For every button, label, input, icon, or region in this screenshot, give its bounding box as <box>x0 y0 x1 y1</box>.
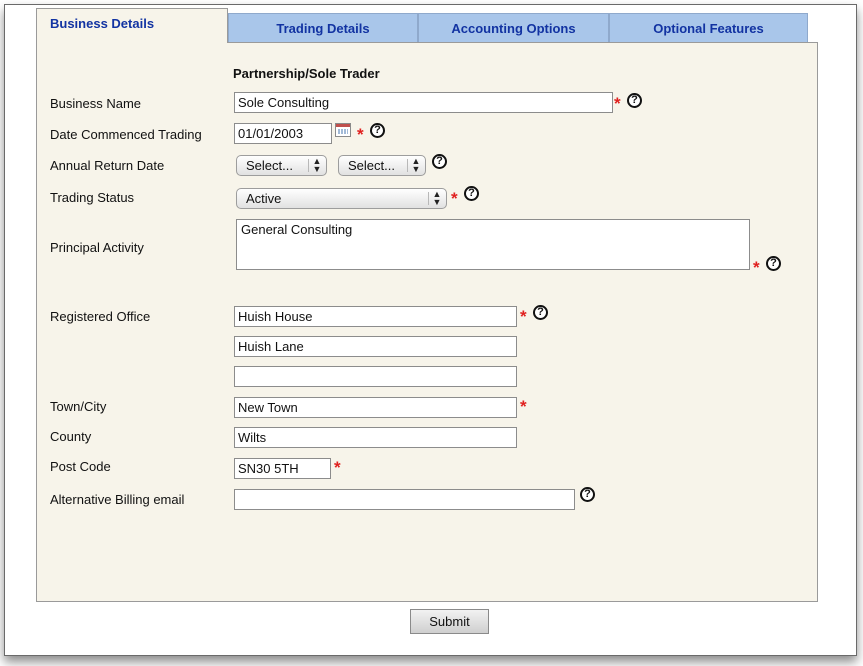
trading-status-label: Trading Status <box>50 190 135 205</box>
required-marker: * <box>357 125 364 144</box>
postcode-label: Post Code <box>50 459 111 474</box>
principal-activity-label: Principal Activity <box>50 240 144 255</box>
tab-business-details[interactable]: Business Details <box>36 8 228 43</box>
annual-return-label: Annual Return Date <box>50 158 165 173</box>
calendar-icon[interactable] <box>335 123 351 137</box>
date-commenced-label: Date Commenced Trading <box>50 127 202 142</box>
registered-office-line3-input[interactable] <box>234 366 517 387</box>
select-arrows-icon: ▲ ▼ <box>411 156 421 174</box>
date-commenced-input[interactable] <box>234 123 332 144</box>
select-value: Active <box>246 191 282 206</box>
select-value: Select... <box>348 158 395 173</box>
tab-accounting-options[interactable]: Accounting Options <box>418 13 609 42</box>
annual-return-month-select[interactable]: Select... ▲ ▼ <box>338 155 426 176</box>
town-input[interactable] <box>234 397 517 418</box>
help-icon[interactable]: ? <box>370 123 385 138</box>
required-marker: * <box>520 397 527 416</box>
principal-activity-textarea[interactable]: General Consulting <box>236 219 750 270</box>
help-icon[interactable]: ? <box>464 186 479 201</box>
required-marker: * <box>451 189 458 208</box>
help-icon[interactable]: ? <box>533 305 548 320</box>
help-icon[interactable]: ? <box>766 256 781 271</box>
required-marker: * <box>753 258 760 277</box>
registered-office-label: Registered Office <box>50 309 151 324</box>
section-title: Partnership/Sole Trader <box>233 66 380 81</box>
required-marker: * <box>614 94 621 113</box>
tab-optional-features[interactable]: Optional Features <box>609 13 808 42</box>
business-name-label: Business Name <box>50 96 142 111</box>
select-arrows-icon: ▲ ▼ <box>312 156 322 174</box>
help-icon[interactable]: ? <box>432 154 447 169</box>
business-name-input[interactable] <box>234 92 613 113</box>
trading-status-select[interactable]: Active ▲ ▼ <box>236 188 447 209</box>
county-input[interactable] <box>234 427 517 448</box>
annual-return-day-select[interactable]: Select... ▲ ▼ <box>236 155 327 176</box>
registered-office-line1-input[interactable] <box>234 306 517 327</box>
help-icon[interactable]: ? <box>627 93 642 108</box>
help-icon[interactable]: ? <box>580 487 595 502</box>
billing-email-label: Alternative Billing email <box>50 492 185 507</box>
select-arrows-icon: ▲ ▼ <box>432 189 442 207</box>
principal-activity-wrapper: General Consulting <box>236 219 750 270</box>
town-label: Town/City <box>50 399 107 414</box>
required-marker: * <box>520 307 527 326</box>
select-value: Select... <box>246 158 293 173</box>
county-label: County <box>50 429 92 444</box>
billing-email-input[interactable] <box>234 489 575 510</box>
required-marker: * <box>334 458 341 477</box>
tab-trading-details[interactable]: Trading Details <box>228 13 418 42</box>
registered-office-line2-input[interactable] <box>234 336 517 357</box>
postcode-input[interactable] <box>234 458 331 479</box>
submit-button[interactable]: Submit <box>410 609 489 634</box>
